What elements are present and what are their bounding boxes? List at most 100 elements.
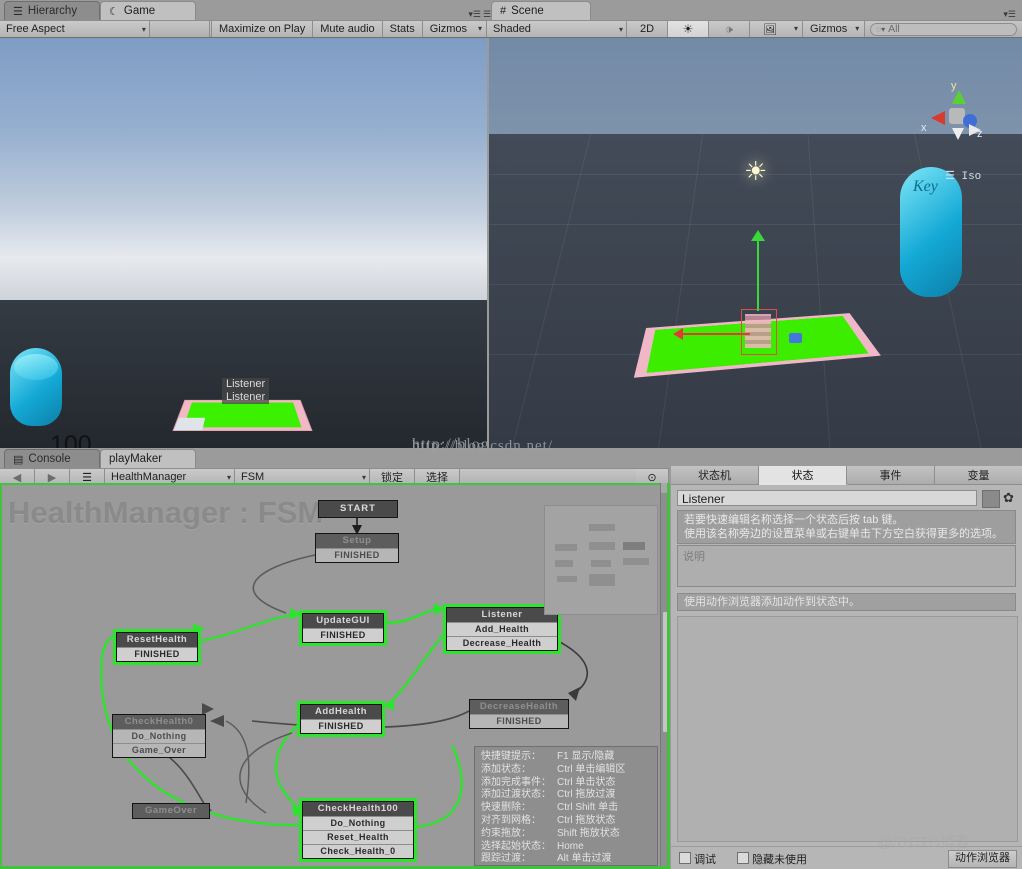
aspect-ratio-dropdown[interactable]: Free Aspect ▾ <box>0 21 150 37</box>
state-color-swatch[interactable] <box>982 490 1000 508</box>
gizmos-dropdown[interactable]: ▾ <box>474 21 488 37</box>
fsm-node-setup[interactable]: Setup FINISHED <box>315 533 399 563</box>
tab-events[interactable]: 事件 <box>847 466 935 485</box>
draw-mode-dropdown[interactable]: Shaded ▾ <box>487 21 627 37</box>
fsm-node-title: Setup <box>316 534 398 548</box>
fsm-node-event[interactable]: FINISHED <box>303 628 383 642</box>
fsm-node-event[interactable]: FINISHED <box>470 714 568 728</box>
fsm-node-title: UpdateGUI <box>303 614 383 628</box>
scene-projection-label[interactable]: ☰ Iso <box>945 169 981 183</box>
fsm-node-event[interactable]: Check_Health_0 <box>303 844 413 858</box>
mode-2d-button[interactable]: 2D <box>627 21 668 37</box>
hint-row: 跟踪过渡： Alt 单击过渡 <box>481 853 651 866</box>
fsm-node-event[interactable]: FINISHED <box>117 647 197 661</box>
fsm-node-event[interactable]: Do_Nothing <box>303 816 413 830</box>
scene-panel-tabstrip: # Scene ▾☰ ☰ <box>483 0 1022 20</box>
fsm-node-event[interactable]: Add_Health <box>447 622 557 636</box>
move-gizmo-x-axis[interactable] <box>680 333 750 335</box>
capsule-highlight <box>14 354 58 380</box>
tab-playmaker[interactable]: playMaker <box>100 449 196 468</box>
scene-view[interactable]: ☀ Key y x z ☰ Iso <box>489 38 1022 448</box>
fsm-node-checkhealth0[interactable]: CheckHealth0 Do_Nothing Game_Over <box>112 714 206 758</box>
scene-audio-toggle[interactable]: 🕩 <box>709 21 750 37</box>
hint-value: Ctrl 单击状态 <box>557 776 616 788</box>
scene-gizmos-dropdown[interactable]: ▾ <box>854 21 866 37</box>
hint-row: 添加过渡状态： Ctrl 拖放过渡 <box>481 789 651 802</box>
scene-orientation-gizmo[interactable]: y x z <box>921 80 987 146</box>
fsm-node-event[interactable]: Do_Nothing <box>113 729 205 743</box>
game-panel-options-icon[interactable]: ▾☰ <box>468 9 481 20</box>
help-line-2: 使用该名称旁边的设置菜单或右键单击下方空白获得更多的选项。 <box>684 528 1003 540</box>
hint-key: 添加状态： <box>481 763 531 775</box>
chevron-down-icon: ▾ <box>618 24 623 34</box>
fsm-node-resethealth[interactable]: ResetHealth FINISHED <box>116 632 198 662</box>
debug-toggle[interactable]: 调试 <box>679 851 716 867</box>
tab-state-machine[interactable]: 状态机 <box>671 466 759 485</box>
fsm-node-listener[interactable]: Listener Add_Health Decrease_Health <box>446 607 558 651</box>
fsm-node-addhealth[interactable]: AddHealth FINISHED <box>300 704 382 734</box>
scene-light-gizmo[interactable]: ☀ <box>744 156 767 187</box>
selected-object[interactable] <box>745 314 771 348</box>
checkbox-icon[interactable] <box>679 852 691 864</box>
tab-hierarchy[interactable]: ☰ Hierarchy <box>4 1 100 20</box>
fsm-start-node[interactable]: START <box>318 500 398 518</box>
hint-key: 快捷键提示： <box>481 751 541 762</box>
game-pacman-icon: ☾ <box>109 5 119 18</box>
tab-game[interactable]: ☾ Game <box>100 1 196 20</box>
fsm-node-event[interactable]: Decrease_Health <box>447 636 557 650</box>
fsm-node-event[interactable]: Game_Over <box>113 743 205 757</box>
hint-value: Shift 拖放状态 <box>557 827 620 839</box>
game-panel-options-icon-2[interactable]: ☰ <box>483 9 491 20</box>
gizmos-button[interactable]: Gizmos <box>422 21 474 37</box>
tab-console[interactable]: ▤ Console <box>4 449 100 468</box>
fsm-graph-canvas[interactable]: HealthManager : FSM START Setup FINISHED… <box>0 483 669 869</box>
inspector-actions-list[interactable] <box>677 616 1018 842</box>
move-gizmo-y-axis[interactable] <box>757 237 759 311</box>
search-icon: ◌▾ <box>876 24 886 34</box>
stats-button[interactable]: Stats <box>382 21 423 37</box>
scene-panel-options-icon[interactable]: ▾☰ <box>1003 9 1016 20</box>
fsm-node-updategui[interactable]: UpdateGUI FINISHED <box>302 613 384 643</box>
tab-state[interactable]: 状态 <box>759 466 847 485</box>
draw-mode-value: Shaded <box>493 23 531 35</box>
move-gizmo-z-handle[interactable] <box>789 333 802 343</box>
target-object-value: HealthManager <box>111 471 187 483</box>
gear-icon[interactable]: ✿ <box>1003 490 1014 506</box>
hide-unused-toggle[interactable]: 隐藏未使用 <box>737 851 807 867</box>
tab-playmaker-label: playMaker <box>109 453 163 465</box>
game-sky <box>0 38 487 300</box>
image-icon: 🖼 <box>763 23 777 36</box>
hint-row: 添加完成事件： Ctrl 单击状态 <box>481 777 651 790</box>
checkbox-icon[interactable] <box>737 852 749 864</box>
arrow-left-icon: ◀ <box>12 471 22 484</box>
fsm-node-event[interactable]: FINISHED <box>316 548 398 562</box>
graph-minimap[interactable] <box>544 505 658 615</box>
action-browser-button[interactable]: 动作浏览器 <box>948 850 1017 868</box>
unity-editor-window: ☰ Hierarchy ☾ Game ▾☰ Free Aspect ▾ Maxi… <box>0 0 1022 869</box>
state-description-input[interactable]: 说明 <box>677 545 1016 587</box>
fsm-node-event[interactable]: FINISHED <box>301 719 381 733</box>
game-platform-edge <box>173 417 206 431</box>
scene-lighting-toggle[interactable]: ☀ <box>668 21 709 37</box>
fsm-node-title: ResetHealth <box>117 633 197 647</box>
fsm-node-gameover[interactable]: GameOver <box>132 803 210 819</box>
fsm-node-decreasehealth[interactable]: DecreaseHealth FINISHED <box>469 699 569 729</box>
scene-gizmos-button[interactable]: Gizmos <box>803 21 855 37</box>
move-gizmo-y-arrow[interactable] <box>751 230 765 241</box>
scene-search-input[interactable]: ◌▾ All <box>870 22 1017 36</box>
move-gizmo-x-arrow[interactable] <box>673 328 683 340</box>
game-view[interactable]: 100 Listener Listener http://blog.csdn.n… <box>0 38 487 448</box>
help-line-1: 若要快速编辑名称选择一个状态后按 tab 键。 <box>684 514 904 526</box>
state-name-input[interactable]: Listener <box>677 490 977 506</box>
scene-fx-button[interactable]: 🖼 <box>750 21 790 37</box>
tab-variables[interactable]: 变量 <box>935 466 1022 485</box>
mute-audio-button[interactable]: Mute audio <box>313 21 383 37</box>
tab-scene[interactable]: # Scene <box>491 1 591 20</box>
fsm-value: FSM <box>241 471 265 483</box>
gizmo-x-cone <box>931 111 945 125</box>
fsm-node-checkhealth100[interactable]: CheckHealth100 Do_Nothing Reset_Health C… <box>302 801 414 859</box>
scene-fx-dropdown[interactable]: ▾ <box>790 21 804 37</box>
fsm-node-event[interactable]: Reset_Health <box>303 830 413 844</box>
gear-icon: ⊙ <box>647 471 657 484</box>
maximize-on-play-button[interactable]: Maximize on Play <box>212 21 314 37</box>
